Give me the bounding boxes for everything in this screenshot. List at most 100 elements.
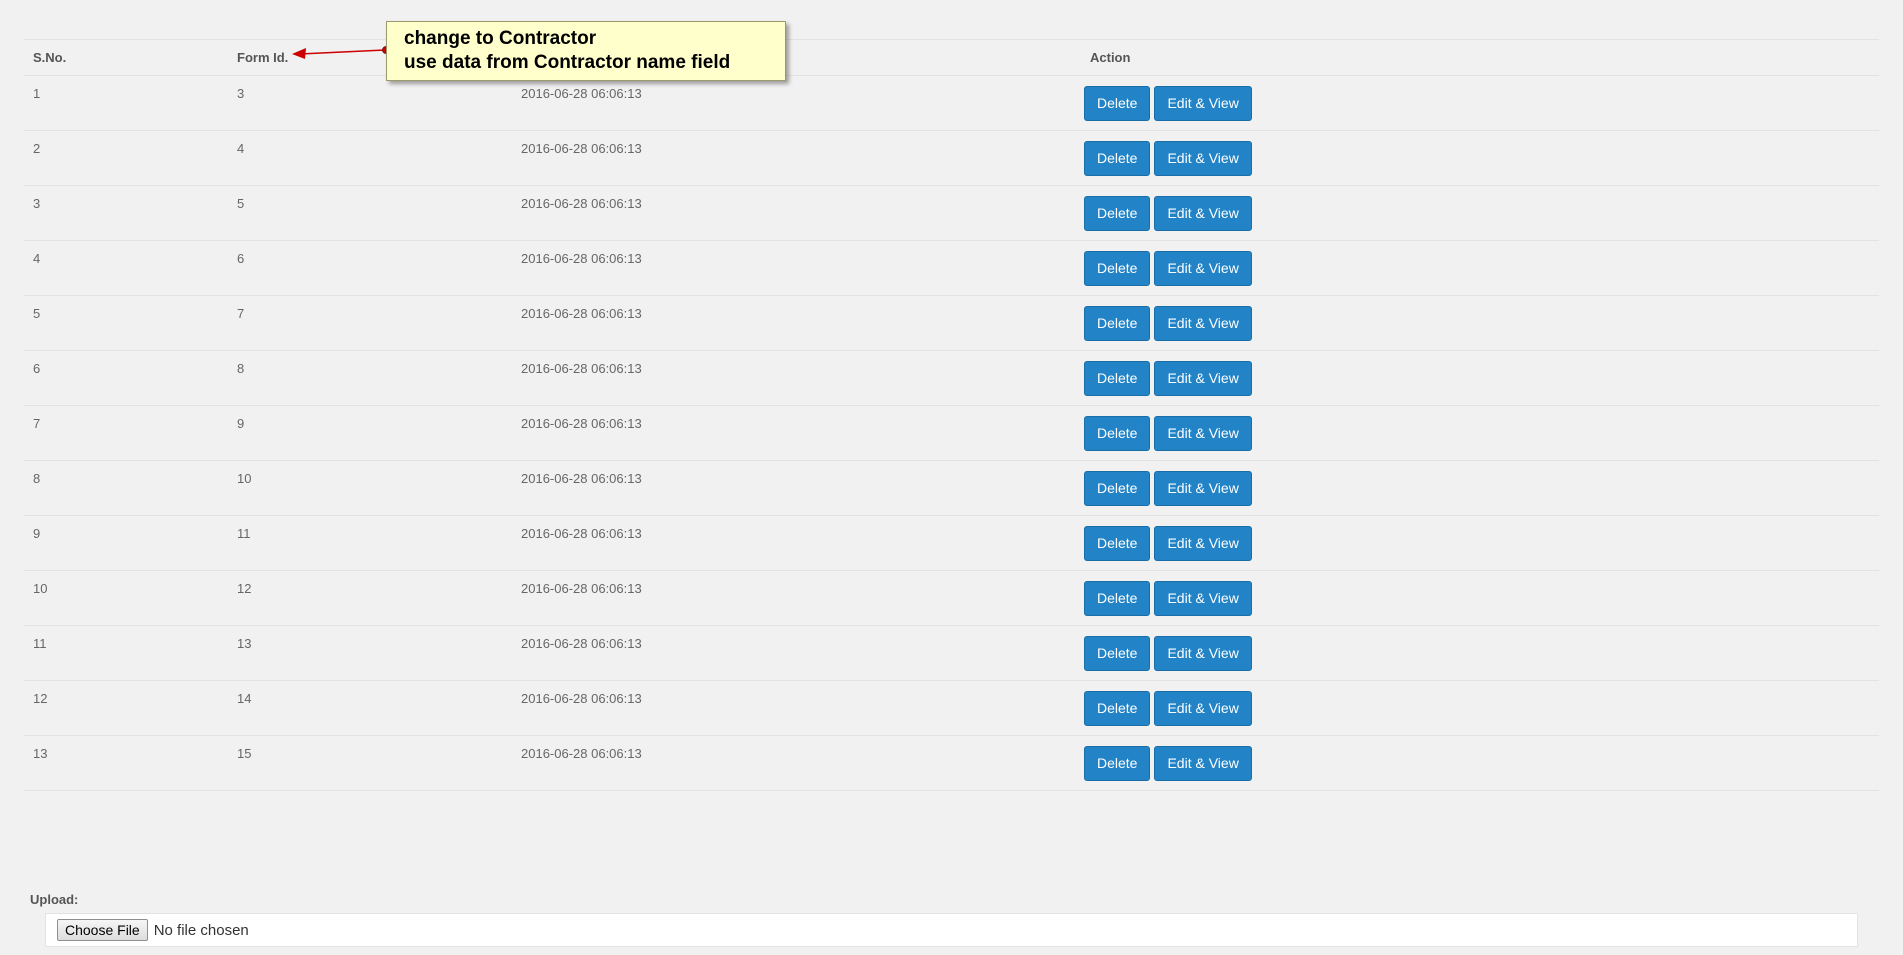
delete-button[interactable]: Delete xyxy=(1084,195,1151,231)
table-row: 9 11 2016-06-28 06:06:13 Delete Edit & Vi… xyxy=(24,515,1879,571)
cell-sno: 13 xyxy=(24,735,228,791)
table-row: 11 13 2016-06-28 06:06:13 Delete Edit & V… xyxy=(24,625,1879,681)
submissions-table-container: S.No. Form Id. Action 1 3 2016-06-28 06:… xyxy=(24,39,1879,791)
table-row: 12 14 2016-06-28 06:06:13 Delete Edit & V… xyxy=(24,680,1879,736)
cell-actions: Delete Edit & View xyxy=(1081,680,1879,736)
delete-button[interactable]: Delete xyxy=(1084,85,1151,121)
delete-button[interactable]: Delete xyxy=(1084,635,1151,671)
cell-actions: Delete Edit & View xyxy=(1081,405,1879,461)
upload-label: Upload: xyxy=(30,892,79,907)
cell-form-id: 15 xyxy=(228,735,512,791)
cell-sno: 11 xyxy=(24,625,228,681)
edit-view-button[interactable]: Edit & View xyxy=(1154,745,1252,781)
table-row: 8 10 2016-06-28 06:06:13 Delete Edit & Vi… xyxy=(24,460,1879,516)
edit-view-button[interactable]: Edit & View xyxy=(1154,305,1252,341)
cell-actions: Delete Edit & View xyxy=(1081,515,1879,571)
cell-date: 2016-06-28 06:06:13 xyxy=(512,295,1081,351)
edit-view-button[interactable]: Edit & View xyxy=(1154,250,1252,286)
cell-form-id: 6 xyxy=(228,240,512,296)
header-sno: S.No. xyxy=(24,39,228,76)
cell-actions: Delete Edit & View xyxy=(1081,295,1879,351)
cell-sno: 7 xyxy=(24,405,228,461)
cell-form-id: 4 xyxy=(228,130,512,186)
cell-actions: Delete Edit & View xyxy=(1081,350,1879,406)
cell-sno: 9 xyxy=(24,515,228,571)
cell-date: 2016-06-28 06:06:13 xyxy=(512,75,1081,131)
cell-sno: 2 xyxy=(24,130,228,186)
cell-actions: Delete Edit & View xyxy=(1081,130,1879,186)
header-action: Action xyxy=(1081,39,1879,76)
cell-form-id: 7 xyxy=(228,295,512,351)
table-row: 13 15 2016-06-28 06:06:13 Delete Edit & V… xyxy=(24,735,1879,791)
delete-button[interactable]: Delete xyxy=(1084,415,1151,451)
cell-form-id: 3 xyxy=(228,75,512,131)
cell-form-id: 9 xyxy=(228,405,512,461)
table-row: 7 9 2016-06-28 06:06:13 Delete Edit & Vie… xyxy=(24,405,1879,461)
table-row: 10 12 2016-06-28 06:06:13 Delete Edit & V… xyxy=(24,570,1879,626)
cell-actions: Delete Edit & View xyxy=(1081,625,1879,681)
edit-view-button[interactable]: Edit & View xyxy=(1154,140,1252,176)
table-row: 4 6 2016-06-28 06:06:13 Delete Edit & Vie… xyxy=(24,240,1879,296)
cell-actions: Delete Edit & View xyxy=(1081,75,1879,131)
cell-sno: 8 xyxy=(24,460,228,516)
edit-view-button[interactable]: Edit & View xyxy=(1154,360,1252,396)
edit-view-button[interactable]: Edit & View xyxy=(1154,525,1252,561)
cell-actions: Delete Edit & View xyxy=(1081,460,1879,516)
edit-view-button[interactable]: Edit & View xyxy=(1154,85,1252,121)
cell-date: 2016-06-28 06:06:13 xyxy=(512,405,1081,461)
file-status-text: No file chosen xyxy=(153,921,249,939)
file-upload-field: Choose File No file chosen xyxy=(45,913,1858,947)
delete-button[interactable]: Delete xyxy=(1084,250,1151,286)
cell-date: 2016-06-28 06:06:13 xyxy=(512,350,1081,406)
edit-view-button[interactable]: Edit & View xyxy=(1154,580,1252,616)
cell-date: 2016-06-28 06:06:13 xyxy=(512,130,1081,186)
delete-button[interactable]: Delete xyxy=(1084,690,1151,726)
cell-date: 2016-06-28 06:06:13 xyxy=(512,625,1081,681)
delete-button[interactable]: Delete xyxy=(1084,745,1151,781)
cell-sno: 4 xyxy=(24,240,228,296)
edit-view-button[interactable]: Edit & View xyxy=(1154,470,1252,506)
cell-actions: Delete Edit & View xyxy=(1081,570,1879,626)
cell-actions: Delete Edit & View xyxy=(1081,185,1879,241)
cell-actions: Delete Edit & View xyxy=(1081,735,1879,791)
annotation-line-1: change to Contractor xyxy=(404,28,597,49)
cell-sno: 5 xyxy=(24,295,228,351)
delete-button[interactable]: Delete xyxy=(1084,360,1151,396)
cell-form-id: 12 xyxy=(228,570,512,626)
table-row: 6 8 2016-06-28 06:06:13 Delete Edit & Vie… xyxy=(24,350,1879,406)
edit-view-button[interactable]: Edit & View xyxy=(1154,415,1252,451)
delete-button[interactable]: Delete xyxy=(1084,140,1151,176)
table-row: 2 4 2016-06-28 06:06:13 Delete Edit & Vie… xyxy=(24,130,1879,186)
cell-sno: 10 xyxy=(24,570,228,626)
annotation-arrow xyxy=(292,46,390,59)
cell-form-id: 14 xyxy=(228,680,512,736)
cell-date: 2016-06-28 06:06:13 xyxy=(512,185,1081,241)
table-row: 1 3 2016-06-28 06:06:13 Delete Edit & Vie… xyxy=(24,75,1879,131)
cell-form-id: 11 xyxy=(228,515,512,571)
delete-button[interactable]: Delete xyxy=(1084,470,1151,506)
submissions-table: S.No. Form Id. Action 1 3 2016-06-28 06:… xyxy=(24,39,1879,791)
cell-date: 2016-06-28 06:06:13 xyxy=(512,680,1081,736)
cell-form-id: 13 xyxy=(228,625,512,681)
cell-form-id: 8 xyxy=(228,350,512,406)
edit-view-button[interactable]: Edit & View xyxy=(1154,195,1252,231)
delete-button[interactable]: Delete xyxy=(1084,580,1151,616)
cell-date: 2016-06-28 06:06:13 xyxy=(512,735,1081,791)
edit-view-button[interactable]: Edit & View xyxy=(1154,635,1252,671)
cell-sno: 6 xyxy=(24,350,228,406)
choose-file-button[interactable]: Choose File xyxy=(57,919,148,941)
cell-date: 2016-06-28 06:06:13 xyxy=(512,515,1081,571)
edit-view-button[interactable]: Edit & View xyxy=(1154,690,1252,726)
cell-actions: Delete Edit & View xyxy=(1081,240,1879,296)
table-row: 3 5 2016-06-28 06:06:13 Delete Edit & Vie… xyxy=(24,185,1879,241)
cell-form-id: 5 xyxy=(228,185,512,241)
delete-button[interactable]: Delete xyxy=(1084,525,1151,561)
cell-sno: 12 xyxy=(24,680,228,736)
cell-date: 2016-06-28 06:06:13 xyxy=(512,240,1081,296)
table-row: 5 7 2016-06-28 06:06:13 Delete Edit & Vie… xyxy=(24,295,1879,351)
table-body: 1 3 2016-06-28 06:06:13 Delete Edit & Vie… xyxy=(24,75,1879,791)
delete-button[interactable]: Delete xyxy=(1084,305,1151,341)
cell-sno: 1 xyxy=(24,75,228,131)
cell-date: 2016-06-28 06:06:13 xyxy=(512,460,1081,516)
cell-sno: 3 xyxy=(24,185,228,241)
